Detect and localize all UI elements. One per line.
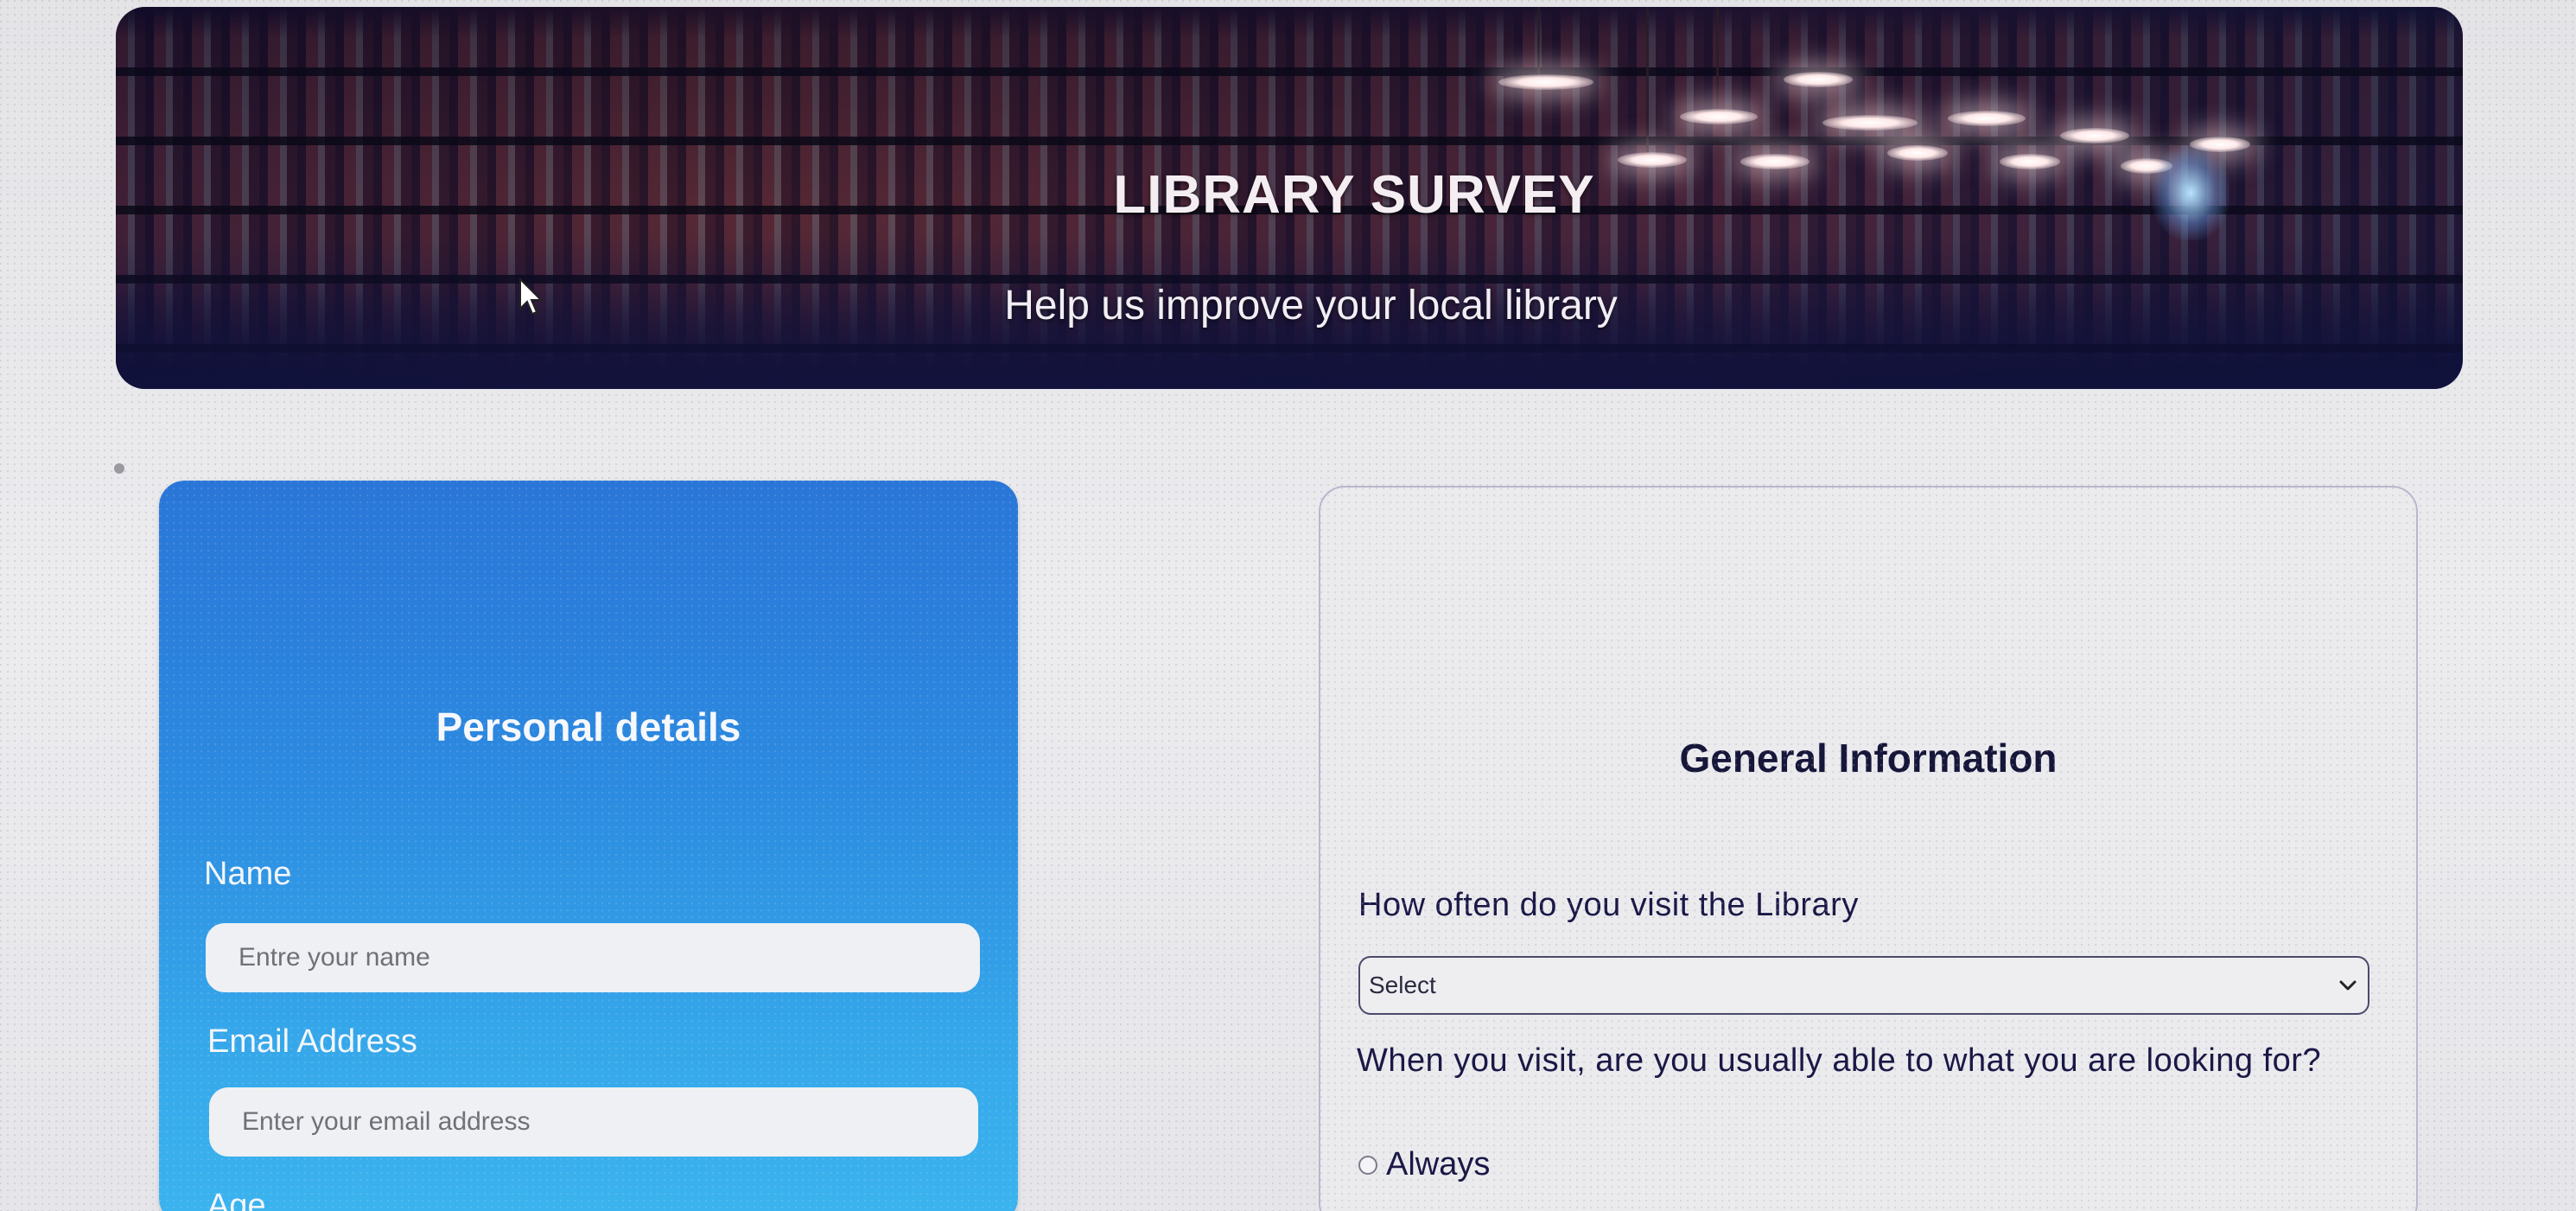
general-information-heading: General Information <box>1679 736 2058 781</box>
age-label: Age <box>207 1188 266 1211</box>
radio-option-always[interactable]: Always <box>1358 1146 1490 1183</box>
ceiling-lamp <box>1784 72 1853 87</box>
lamp-cord <box>1646 7 1649 152</box>
stray-dot <box>114 463 124 474</box>
radio-button[interactable] <box>1358 1155 1377 1175</box>
ceiling-lamp <box>1948 111 2026 126</box>
find-items-question: When you visit, are you usually able to … <box>1357 1042 2322 1079</box>
page-subtitle: Help us improve your local library <box>1004 283 1618 328</box>
email-label: Email Address <box>207 1023 417 1060</box>
radio-label: Always <box>1386 1146 1491 1182</box>
ceiling-lamp <box>1822 115 1918 131</box>
ceiling-lamp <box>1887 145 1948 161</box>
ceiling-lamp <box>1680 109 1758 124</box>
email-input[interactable] <box>209 1087 978 1157</box>
lamp-cord <box>1716 7 1719 109</box>
visit-frequency-question: How often do you visit the Library <box>1358 887 1859 923</box>
ceiling-lamp <box>1498 74 1593 90</box>
ceiling-lamp <box>2060 128 2129 143</box>
mouse-pointer-icon <box>519 277 544 315</box>
name-input[interactable] <box>206 923 980 992</box>
survey-page: LIBRARY SURVEY Help us improve your loca… <box>0 0 2576 1211</box>
select-value: Select <box>1369 972 1436 998</box>
general-information-card: General Information How often do you vis… <box>1319 486 2418 1211</box>
hero-banner: LIBRARY SURVEY Help us improve your loca… <box>116 7 2463 389</box>
page-title: LIBRARY SURVEY <box>1113 164 1595 225</box>
personal-details-card: Personal details Name Email Address Age <box>159 481 1018 1211</box>
personal-details-heading: Personal details <box>436 704 741 749</box>
name-label: Name <box>204 856 292 892</box>
lamp-cord <box>1537 7 1540 74</box>
chevron-down-icon <box>2339 980 2357 991</box>
visit-frequency-select[interactable]: Select <box>1358 956 2369 1015</box>
